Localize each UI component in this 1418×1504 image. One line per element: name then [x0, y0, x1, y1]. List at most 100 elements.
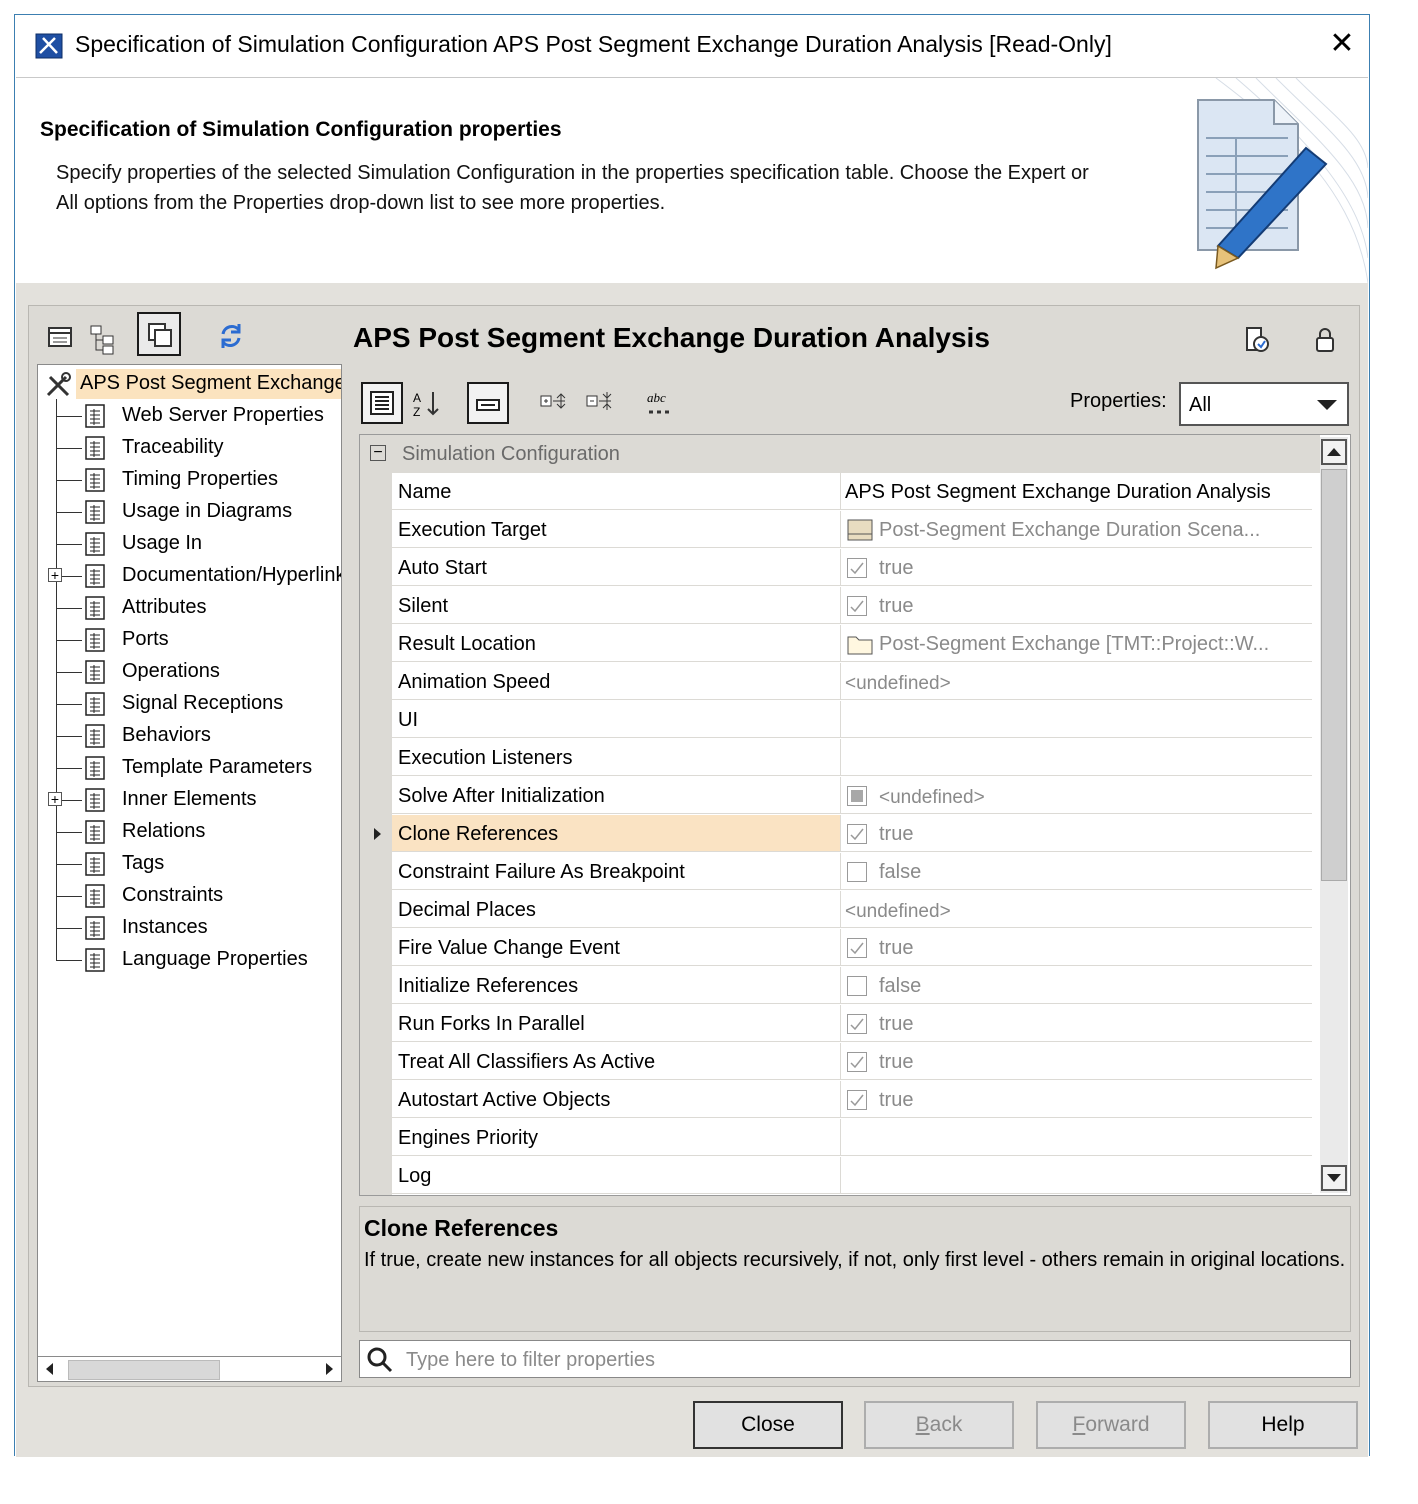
filter-box[interactable]	[359, 1340, 1351, 1378]
spelling-icon[interactable]: abc	[641, 382, 683, 424]
forward-button[interactable]: Forward	[1036, 1401, 1186, 1449]
checkbox-checked-icon[interactable]	[847, 1014, 867, 1034]
property-value-cell[interactable]: true	[841, 1043, 1312, 1080]
property-value-cell[interactable]: true	[841, 587, 1312, 624]
property-row[interactable]: Execution Listeners	[360, 739, 1312, 777]
tree-horizontal-scrollbar[interactable]	[37, 1356, 342, 1382]
property-value-cell[interactable]: true	[841, 1081, 1312, 1118]
table-view-icon[interactable]	[41, 318, 81, 358]
scroll-left-icon[interactable]	[40, 1359, 60, 1379]
property-value-cell[interactable]: true	[841, 549, 1312, 586]
close-button[interactable]: Close	[693, 1401, 843, 1449]
scroll-down-icon[interactable]	[1321, 1165, 1347, 1191]
checkbox-checked-icon[interactable]	[847, 1052, 867, 1072]
property-value-cell[interactable]: <undefined>	[841, 777, 1312, 814]
tree-item[interactable]: Attributes	[38, 593, 341, 623]
group-header[interactable]: − Simulation Configuration	[360, 435, 1320, 473]
refresh-icon[interactable]	[211, 316, 251, 356]
scroll-right-icon[interactable]	[319, 1359, 339, 1379]
property-row[interactable]: Autostart Active Objects true	[360, 1081, 1312, 1119]
tree-item[interactable]: Usage in Diagrams	[38, 497, 341, 527]
tree-item[interactable]: Web Server Properties	[38, 401, 341, 431]
expand-icon[interactable]: +	[48, 568, 62, 582]
close-window-button[interactable]: ✕	[1327, 29, 1357, 59]
expand-icon[interactable]: +	[48, 792, 62, 806]
tree-item[interactable]: Traceability	[38, 433, 341, 463]
properties-mode-select[interactable]: All	[1179, 382, 1349, 426]
tree-item[interactable]: Operations	[38, 657, 341, 687]
checkbox-indeterminate-icon[interactable]	[847, 786, 867, 806]
property-row[interactable]: Decimal Places <undefined>	[360, 891, 1312, 929]
property-row[interactable]: Constraint Failure As Breakpoint false	[360, 853, 1312, 891]
property-value-cell[interactable]: APS Post Segment Exchange Duration Analy…	[841, 473, 1312, 510]
property-row[interactable]: Result Location Post-Segment Exchange [TM…	[360, 625, 1312, 663]
property-value-cell[interactable]: false	[841, 967, 1312, 1004]
property-value-cell[interactable]: Post-Segment Exchange [TMT::Project::W..…	[841, 625, 1312, 662]
property-row[interactable]: UI	[360, 701, 1312, 739]
tree-item[interactable]: Language Properties	[38, 945, 341, 975]
collapse-all-icon[interactable]	[581, 382, 623, 424]
property-value-cell[interactable]: Post-Segment Exchange Duration Scena...	[841, 511, 1312, 548]
property-row[interactable]: Engines Priority	[360, 1119, 1312, 1157]
tree-root-node[interactable]: APS Post Segment Exchange Duration Analy…	[38, 369, 341, 399]
property-value-cell[interactable]	[841, 739, 1312, 776]
property-row[interactable]: Initialize References false	[360, 967, 1312, 1005]
lock-element-icon[interactable]	[1241, 324, 1273, 356]
properties-scroll-thumb[interactable]	[1321, 469, 1347, 881]
collapse-group-icon[interactable]: −	[370, 445, 386, 461]
checkbox-checked-icon[interactable]	[847, 558, 867, 578]
property-row[interactable]: Auto Start true	[360, 549, 1312, 587]
expand-all-icon[interactable]	[535, 382, 577, 424]
property-value-cell[interactable]: false	[841, 853, 1312, 890]
scroll-up-icon[interactable]	[1321, 439, 1347, 465]
sort-alphabetical-icon[interactable]: AZ	[407, 382, 449, 424]
tree-item[interactable]: Signal Receptions	[38, 689, 341, 719]
property-row[interactable]: Solve After Initialization <undefined>	[360, 777, 1312, 815]
property-value-cell[interactable]: true	[841, 815, 1312, 852]
show-description-icon[interactable]	[467, 382, 509, 424]
property-value-cell[interactable]	[841, 701, 1312, 738]
property-value-cell[interactable]: <undefined>	[841, 663, 1312, 700]
tree-item[interactable]: Behaviors	[38, 721, 341, 751]
checkbox-checked-icon[interactable]	[847, 1090, 867, 1110]
help-button[interactable]: Help	[1208, 1401, 1358, 1449]
property-row[interactable]: Execution Target Post-Segment Exchange Du…	[360, 511, 1312, 549]
tree-item[interactable]: Usage In	[38, 529, 341, 559]
tree-item[interactable]: + Documentation/Hyperlinks	[38, 561, 341, 591]
properties-vertical-scrollbar[interactable]	[1320, 437, 1348, 1193]
property-row[interactable]: Silent true	[360, 587, 1312, 625]
checkbox-unchecked-icon[interactable]	[847, 862, 867, 882]
tree-item[interactable]: Tags	[38, 849, 341, 879]
padlock-icon[interactable]	[1309, 324, 1341, 356]
tree-item[interactable]: + Inner Elements	[38, 785, 341, 815]
property-value-cell[interactable]: true	[841, 1005, 1312, 1042]
checkbox-unchecked-icon[interactable]	[847, 976, 867, 996]
tree-item[interactable]: Template Parameters	[38, 753, 341, 783]
checkbox-checked-icon[interactable]	[847, 824, 867, 844]
property-row[interactable]: Name APS Post Segment Exchange Duration A…	[360, 473, 1312, 511]
property-row[interactable]: Treat All Classifiers As Active true	[360, 1043, 1312, 1081]
tree-item[interactable]: Timing Properties	[38, 465, 341, 495]
tree-item[interactable]: Ports	[38, 625, 341, 655]
property-row[interactable]: Clone References true	[360, 815, 1312, 853]
property-value-cell[interactable]: true	[841, 929, 1312, 966]
checkbox-checked-icon[interactable]	[847, 596, 867, 616]
property-row[interactable]: Fire Value Change Event true	[360, 929, 1312, 967]
back-button[interactable]: Back	[864, 1401, 1014, 1449]
filter-input[interactable]	[404, 1345, 1338, 1375]
description-title: Clone References	[364, 1215, 559, 1241]
tree-view-icon[interactable]	[83, 318, 123, 358]
scroll-thumb[interactable]	[68, 1360, 220, 1380]
categorized-view-icon[interactable]	[361, 382, 403, 424]
tree-item[interactable]: Relations	[38, 817, 341, 847]
property-row[interactable]: Log	[360, 1157, 1312, 1195]
property-value-cell[interactable]: <undefined>	[841, 891, 1312, 928]
property-value-cell[interactable]	[841, 1157, 1312, 1194]
tree-item[interactable]: Constraints	[38, 881, 341, 911]
property-row[interactable]: Run Forks In Parallel true	[360, 1005, 1312, 1043]
property-value-cell[interactable]	[841, 1119, 1312, 1156]
checkbox-checked-icon[interactable]	[847, 938, 867, 958]
tree-item[interactable]: Instances	[38, 913, 341, 943]
show-inherited-icon[interactable]	[137, 312, 181, 356]
property-row[interactable]: Animation Speed <undefined>	[360, 663, 1312, 701]
